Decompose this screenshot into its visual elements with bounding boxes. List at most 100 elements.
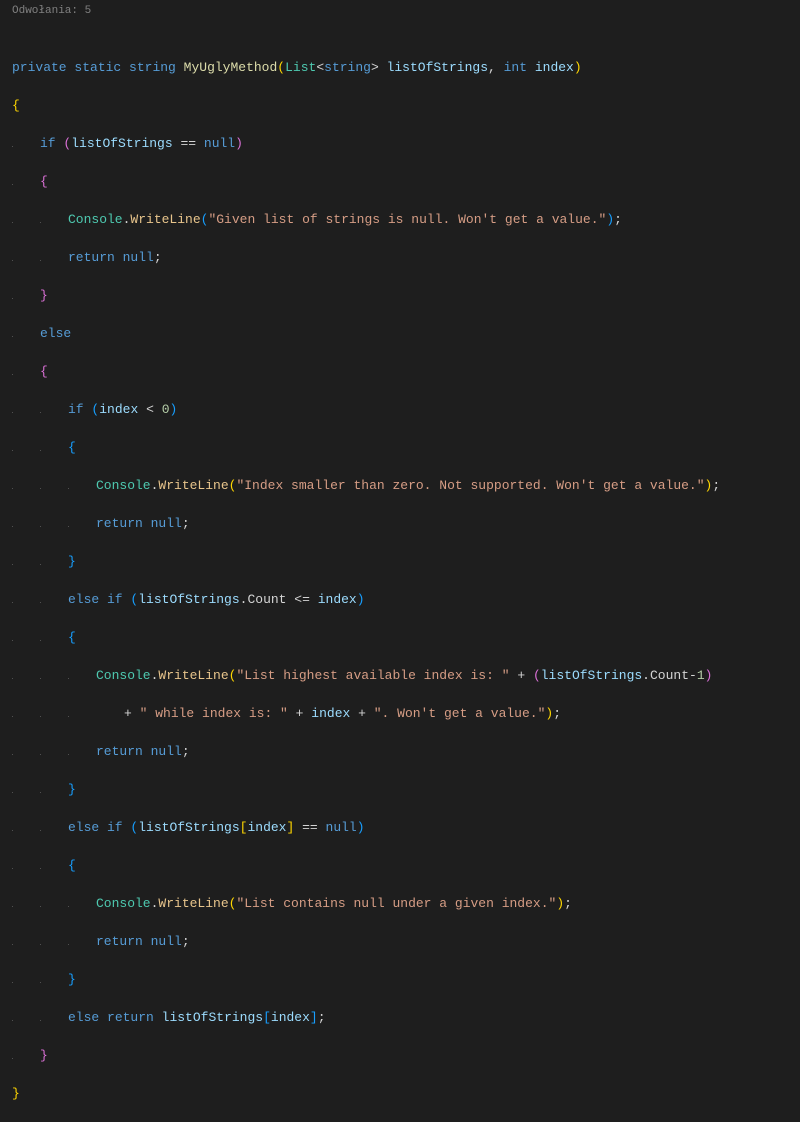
op-lte: <= [294,592,310,607]
type-console: Console [68,212,123,227]
semicolon: ; [154,250,162,265]
semicolon: ; [182,516,190,531]
brace-close: } [40,288,48,303]
op-lt: < [146,402,154,417]
brace-close: } [68,972,76,987]
code-line: if (listOfStrings == null) [8,134,800,153]
var-index: index [318,592,357,607]
keyword-null: null [326,820,357,835]
code-line: Console.WriteLine("Given list of strings… [8,210,800,229]
paren-close: ) [705,668,713,683]
paren-close: ) [357,820,365,835]
keyword-else: else [68,1010,99,1025]
type-console: Console [96,478,151,493]
string-literal: "List contains null under a given index.… [236,896,556,911]
semicolon: ; [564,896,572,911]
var-index: index [247,820,286,835]
op-eq: == [302,820,318,835]
var-index: index [99,402,138,417]
var-listofstrings: listOfStrings [541,668,642,683]
paren-close: ) [170,402,178,417]
op-plus: + [358,706,366,721]
var-listofstrings: listOfStrings [138,820,239,835]
keyword-return: return [96,744,143,759]
code-line: { [8,856,800,875]
method-writeline: WriteLine [158,478,228,493]
semicolon: ; [182,934,190,949]
code-line: else if (listOfStrings.Count <= index) [8,590,800,609]
code-line: } [8,552,800,571]
paren-open: ( [229,896,237,911]
angle-open: < [316,60,324,75]
paren-close: ) [357,592,365,607]
codelens-references[interactable]: Odwołania: 5 [8,4,800,20]
type-console: Console [96,668,151,683]
semicolon: ; [182,744,190,759]
brace-close: } [68,554,76,569]
code-editor[interactable]: private static string MyUglyMethod(List<… [8,20,800,1122]
var-listofstrings: listOfStrings [71,136,172,151]
dot: . [151,896,159,911]
code-line: else if (listOfStrings[index] == null) [8,818,800,837]
string-literal: " while index is: " [140,706,288,721]
brace-open: { [68,440,76,455]
keyword-string: string [129,60,176,75]
keyword-return: return [96,516,143,531]
keyword-null: null [204,136,235,151]
method-name: MyUglyMethod [184,60,278,75]
op-eq: == [180,136,196,151]
brace-close: } [12,1086,20,1101]
op-minus: - [689,668,697,683]
code-line: } [8,286,800,305]
bracket-close: ] [310,1010,318,1025]
param-index: index [535,60,574,75]
op-plus: + [517,668,525,683]
keyword-return: return [107,1010,154,1025]
keyword-return: return [96,934,143,949]
code-line: { [8,628,800,647]
code-line: Console.WriteLine("Index smaller than ze… [8,476,800,495]
comma: , [488,60,496,75]
code-line: else return listOfStrings[index]; [8,1008,800,1027]
brace-open: { [12,98,20,113]
keyword-else: else [40,326,71,341]
string-literal: "Given list of strings is null. Won't ge… [208,212,606,227]
code-line: return null; [8,514,800,533]
dot: . [151,668,159,683]
brace-open: { [68,630,76,645]
brace-close: } [40,1048,48,1063]
type-console: Console [96,896,151,911]
code-line: { [8,96,800,115]
brace-close: } [68,782,76,797]
code-line: Console.WriteLine("List contains null un… [8,894,800,913]
bracket-open: [ [263,1010,271,1025]
number-literal: 1 [697,668,705,683]
keyword-null: null [151,744,182,759]
code-line: + " while index is: " + index + ". Won't… [8,704,800,723]
keyword-if: if [68,402,84,417]
type-list: List [285,60,316,75]
string-literal: ". Won't get a value." [374,706,546,721]
semicolon: ; [318,1010,326,1025]
semicolon: ; [614,212,622,227]
brace-open: { [40,364,48,379]
paren-close: ) [606,212,614,227]
prop-count: Count [650,668,689,683]
method-writeline: WriteLine [158,896,228,911]
code-line: Console.WriteLine("List highest availabl… [8,666,800,685]
var-index: index [271,1010,310,1025]
bracket-close: ] [286,820,294,835]
var-listofstrings: listOfStrings [162,1010,263,1025]
code-line: { [8,438,800,457]
string-literal: "List highest available index is: " [236,668,509,683]
keyword-string: string [324,60,371,75]
paren-close: ) [545,706,553,721]
keyword-else-if: else if [68,592,123,607]
paren-open: ( [229,668,237,683]
code-line: } [8,970,800,989]
keyword-if: if [40,136,56,151]
prop-count: Count [247,592,286,607]
code-line: if (index < 0) [8,400,800,419]
brace-open: { [40,174,48,189]
keyword-null: null [151,516,182,531]
